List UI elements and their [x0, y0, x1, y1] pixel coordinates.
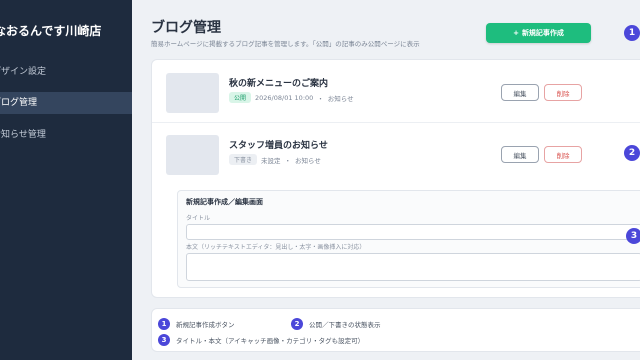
legend-text: タイトル・本文（アイキャッチ画像・カテゴリ・タグも設定可）: [176, 337, 365, 345]
title-field-label: タイトル: [186, 215, 211, 222]
annotation-marker-1: 1: [624, 25, 640, 41]
legend-item: 1 新規記事作成ボタン: [158, 318, 235, 330]
legend-number: 2: [291, 318, 303, 330]
sidebar-item-label: お知らせ管理: [0, 130, 46, 140]
post-thumbnail: [166, 73, 219, 113]
post-list-panel: 秋の新メニューのご案内 公開 2026/08/01 10:00 ・ お知らせ 編…: [151, 59, 640, 298]
legend-item: 2 公開／下書きの状態表示: [291, 318, 381, 330]
annotation-legend: 1 新規記事作成ボタン 2 公開／下書きの状態表示 3 タイトル・本文（アイキャ…: [151, 308, 640, 352]
sidebar-item-news-management[interactable]: お知らせ管理: [0, 124, 132, 146]
annotation-marker-3: 3: [626, 228, 640, 244]
meta-separator: ・: [317, 94, 324, 103]
status-badge: 公開: [229, 92, 252, 103]
post-meta: 公開 2026/08/01 10:00 ・ お知らせ: [229, 92, 354, 103]
edit-button[interactable]: 編集: [501, 146, 539, 163]
post-title: スタッフ増員のお知らせ: [229, 141, 328, 151]
edit-button[interactable]: 編集: [501, 84, 539, 101]
legend-number: 3: [158, 334, 170, 346]
page-description: 簡易ホームページに掲載するブログ記事を管理します。「公開」の記事のみ公開ページに…: [151, 40, 420, 48]
brand-name: なおるんです川崎店: [0, 24, 102, 38]
post-row: 秋の新メニューのご案内 公開 2026/08/01 10:00 ・ お知らせ 編…: [152, 60, 640, 123]
editor-title: 新規記事作成／編集画面: [186, 198, 263, 206]
legend-text: 公開／下書きの状態表示: [309, 321, 381, 329]
legend-item: 3 タイトル・本文（アイキャッチ画像・カテゴリ・タグも設定可）: [158, 334, 364, 346]
post-date: 2026/08/01 10:00: [255, 93, 314, 102]
post-date: 未設定: [261, 156, 281, 165]
new-post-button-label: 新規記事作成: [521, 29, 564, 37]
post-editor: 新規記事作成／編集画面 タイトル 本文（リッチテキストエディタ：見出し・太字・画…: [177, 190, 640, 288]
page-title: ブログ管理: [151, 20, 221, 36]
main-content: ブログ管理 簡易ホームページに掲載するブログ記事を管理します。「公開」の記事のみ…: [132, 0, 640, 360]
delete-button[interactable]: 削除: [544, 146, 582, 163]
legend-number: 1: [158, 318, 170, 330]
sidebar-item-label: デザイン設定: [0, 67, 47, 77]
annotation-marker-2: 2: [624, 145, 640, 161]
new-post-button[interactable]: + 新規記事作成: [486, 23, 591, 43]
status-badge: 下書き: [229, 154, 258, 165]
meta-separator: ・: [284, 156, 292, 165]
sidebar-item-design-settings[interactable]: デザイン設定: [0, 61, 132, 83]
delete-button[interactable]: 削除: [544, 84, 582, 101]
post-row: スタッフ増員のお知らせ 下書き 未設定 ・ お知らせ 編集 削除: [152, 122, 640, 184]
post-title: 秋の新メニューのご案内: [229, 79, 329, 89]
title-input[interactable]: [186, 224, 640, 240]
sidebar: なおるんです川崎店 デザイン設定 ブログ管理 お知らせ管理: [0, 0, 132, 360]
sidebar-item-label: ブログ管理: [0, 98, 38, 108]
sidebar-item-blog-management[interactable]: ブログ管理: [0, 92, 132, 114]
body-field-label: 本文（リッチテキストエディタ：見出し・太字・画像挿入に対応）: [186, 244, 366, 251]
body-editor[interactable]: [186, 253, 640, 281]
post-category: お知らせ: [327, 94, 354, 103]
post-category: お知らせ: [295, 156, 321, 165]
plus-icon: +: [513, 29, 519, 37]
legend-text: 新規記事作成ボタン: [176, 321, 235, 329]
post-meta: 下書き 未設定 ・ お知らせ: [229, 154, 321, 165]
post-thumbnail: [166, 135, 219, 175]
